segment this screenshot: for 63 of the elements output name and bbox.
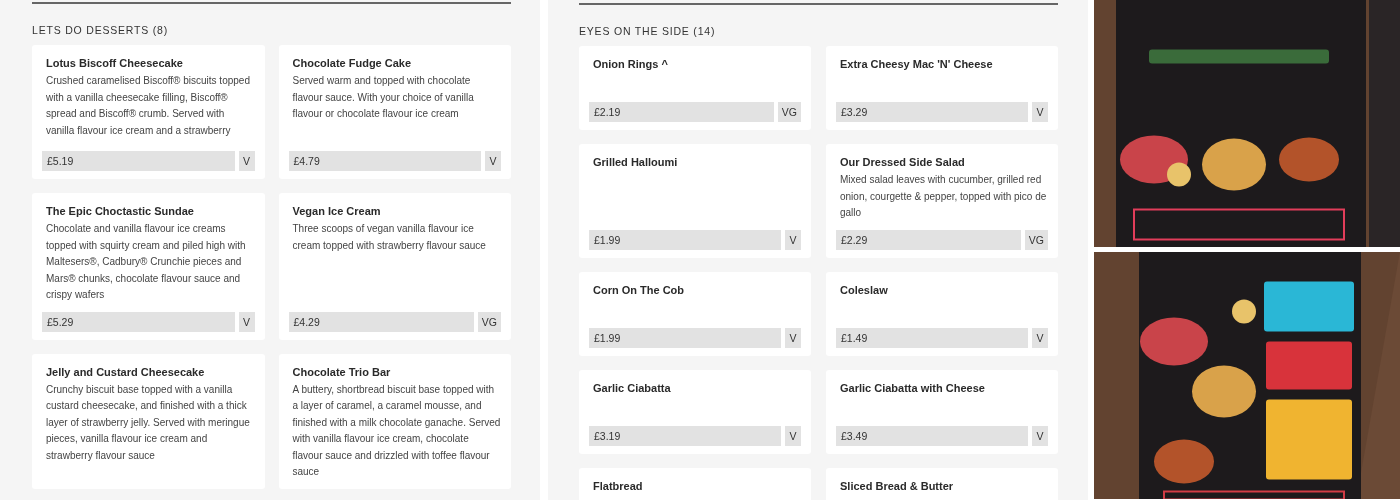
item-description: Chocolate and vanilla flavour ice creams topped with squirty cream and piled high with Maltesers®, Cadbury® Crunchie pieces and Mars® chunks, chocolate flavour sauce and crispy wafers bbox=[46, 222, 247, 302]
price-bar: £3.29 bbox=[836, 102, 1028, 122]
menu-card[interactable]: Onion Rings ^ £2.19 VG bbox=[579, 46, 811, 130]
item-name: Corn On The Cob bbox=[593, 283, 686, 296]
price-bar: £1.99 bbox=[589, 327, 781, 348]
price-bar: £2.19 bbox=[589, 102, 774, 122]
menu-card[interactable]: Extra Cheesy Mac 'N' Cheese £3.29 V bbox=[826, 46, 1058, 130]
item-description: Mixed salad leaves with cucumber, grilled red onion, courgette & pepper, topped with pico de gallo bbox=[840, 173, 1048, 220]
item-name: Grilled Halloumi bbox=[593, 156, 679, 168]
item-name: Sliced Bread & Butter bbox=[840, 479, 955, 492]
menu-card[interactable] bbox=[32, 45, 265, 179]
price-bar: £3.49 bbox=[836, 425, 1028, 446]
item-name: Vegan Ice Cream bbox=[292, 205, 382, 217]
diet-tag: V bbox=[238, 151, 255, 171]
item-description: A buttery, shortbread biscuit base topped with a layer of caramel, a caramel mousse, and finished with a milk chocolate ganache. Served with vanilla flavour ice cream, chocolate flavour sauce and drizzled with toffee flavour sauce bbox=[292, 382, 501, 479]
price-bar: £5.29 bbox=[42, 311, 235, 332]
diet-tag: VG bbox=[477, 311, 501, 332]
price-bar: £4.29 bbox=[288, 311, 474, 332]
diet-tag: V bbox=[485, 151, 501, 171]
section-heading: EYES ON THE SIDE (14) bbox=[579, 25, 717, 37]
menu-card[interactable]: Coleslaw £1.49 V bbox=[826, 271, 1058, 356]
item-description: Served warm and topped with chocolate flavour sauce. With your choice of vanilla flavour or chocolate flavour ice cream bbox=[292, 74, 475, 121]
menu-card[interactable]: Chocolate Fudge Cake Served warm and topped with chocolate flavour sauce. With your choice of vanilla flavour or chocolate flavour ice cream £4.79 V bbox=[278, 45, 511, 179]
diet-tag: VG bbox=[1024, 229, 1048, 250]
diet-tag: V bbox=[785, 425, 801, 446]
diet-tag: V bbox=[1032, 102, 1048, 122]
diet-tag: V bbox=[238, 311, 255, 332]
price-bar: £1.49 bbox=[836, 327, 1028, 348]
item-name: Garlic Ciabatta bbox=[593, 381, 672, 394]
price-bar: £3.19 bbox=[589, 425, 781, 446]
diet-tag: V bbox=[785, 327, 801, 348]
item-name: Coleslaw bbox=[840, 283, 889, 296]
diet-tag: V bbox=[785, 229, 801, 250]
item-name: Our Dressed Side Salad bbox=[840, 156, 966, 168]
item-name: Extra Cheesy Mac 'N' Cheese bbox=[840, 58, 994, 70]
menu-card[interactable]: Sliced Bread & Butter bbox=[826, 467, 1058, 500]
menu-card[interactable]: Corn On The Cob £1.99 V bbox=[579, 271, 811, 356]
price-bar: £1.99 bbox=[589, 229, 781, 250]
item-description: Crunchy biscuit base topped with a vanilla custard cheesecake, and finished with a thick layer of strawberry jelly. Served with meringue pieces, vanilla flavour ice cream and strawberry flavour sauce bbox=[46, 382, 251, 463]
menu-card[interactable]: Garlic Ciabatta £3.19 V bbox=[579, 369, 811, 454]
menu-card[interactable]: Vegan Ice Cream Three scoops of vegan vanilla flavour ice cream topped with strawberry flavour sauce £4.29 VG bbox=[278, 193, 511, 340]
menu-card[interactable]: Our Dressed Side Salad Mixed salad leaves with cucumber, grilled red onion, courgette & pepper, topped with pico de gallo £2.29 VG bbox=[826, 144, 1058, 258]
item-name: Flatbread bbox=[593, 479, 644, 492]
item-description: Three scoops of vegan vanilla flavour ice cream topped with strawberry flavour sauce bbox=[292, 222, 487, 253]
item-name: Chocolate Trio Bar bbox=[292, 365, 392, 378]
price-bar: £2.29 bbox=[836, 229, 1021, 250]
item-name: The Epic Choctastic Sundae bbox=[46, 205, 195, 217]
price-bar: £4.79 bbox=[288, 151, 481, 171]
menu-card[interactable]: Grilled Halloumi £1.99 V bbox=[579, 144, 811, 258]
menu-card[interactable]: Garlic Ciabatta with Cheese £3.49 V bbox=[826, 369, 1058, 454]
section-heading: LETS DO DESSERTS (8) bbox=[32, 24, 169, 36]
item-name: Lotus Biscoff Cheesecake bbox=[46, 57, 184, 69]
item-description: Crushed caramelised Biscoff® biscuits topped with a vanilla cheesecake filling, Biscoff® spread and Biscoff® crumb. Served with vanilla flavour ice cream and a strawberry bbox=[46, 74, 251, 138]
menu-card[interactable] bbox=[32, 193, 265, 340]
menu-card[interactable]: Flatbread bbox=[579, 467, 811, 500]
item-name: Jelly and Custard Cheesecake bbox=[46, 365, 206, 378]
item-name: Onion Rings ^ bbox=[593, 58, 669, 70]
item-name: Chocolate Fudge Cake bbox=[292, 57, 413, 69]
diet-tag: V bbox=[1032, 425, 1048, 446]
price-bar: £5.19 bbox=[42, 151, 235, 171]
diet-tag: V bbox=[1032, 327, 1048, 348]
item-name: Garlic Ciabatta with Cheese bbox=[840, 381, 986, 394]
diet-tag: VG bbox=[777, 102, 801, 122]
